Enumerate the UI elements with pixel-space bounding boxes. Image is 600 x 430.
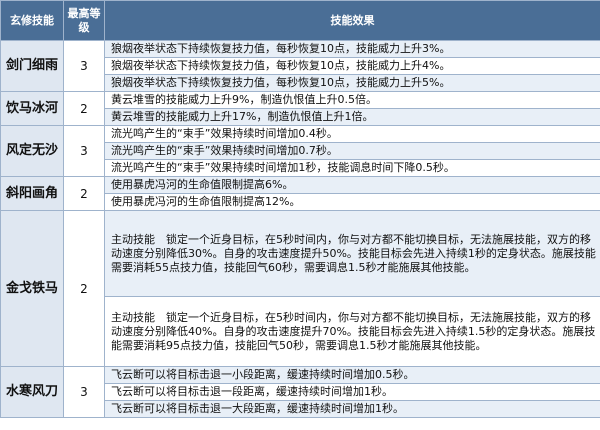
skill-effect: 狼烟夜举状态下持续恢复技力值，每秒恢复10点，技能威力上升4%。 bbox=[104, 57, 600, 75]
table-header-row: 玄修技能 最高等级 技能效果 bbox=[0, 0, 600, 41]
skill-effect: 流光鸣产生的“束手”效果持续时间增加0.4秒。 bbox=[104, 125, 600, 143]
skill-effect: 狼烟夜举状态下持续恢复技力值，每秒恢复10点，技能威力上升3%。 bbox=[104, 40, 600, 58]
skill-name: 水寒风刀 bbox=[0, 366, 64, 418]
table-row: 金戈铁马 2 主动技能 锁定一个近身目标，在5秒时间内，你与对方都不能切换目标，… bbox=[0, 210, 600, 367]
skill-table: 玄修技能 最高等级 技能效果 剑门细雨 3 狼烟夜举状态下持续恢复技力值，每秒恢… bbox=[0, 0, 600, 418]
table-row: 斜阳画角 2 使用暴虎冯河的生命值限制提高6%。 bbox=[0, 176, 600, 211]
max-level: 3 bbox=[63, 125, 105, 177]
skill-effect: 使用暴虎冯河的生命值限制提高6%。 bbox=[104, 176, 600, 194]
table-row: 水寒风刀 3 飞云断可以将目标击退一小段距离，缓速持续时间增加0.5秒。 bbox=[0, 366, 600, 418]
max-level: 2 bbox=[63, 176, 105, 211]
skill-effect: 飞云断可以将目标击退一段距离，缓速持续时间增加1秒。 bbox=[104, 383, 600, 401]
header-max-level: 最高等级 bbox=[63, 0, 105, 41]
skill-effect: 流光鸣产生的“束手”效果持续时间增加1秒，技能调息时间下降0.5秒。 bbox=[104, 159, 600, 177]
skill-effect: 使用暴虎冯河的生命值限制提高12%。 bbox=[104, 193, 600, 211]
skill-name: 饮马冰河 bbox=[0, 91, 64, 126]
max-level: 2 bbox=[63, 91, 105, 126]
header-skill-name: 玄修技能 bbox=[0, 0, 64, 41]
skill-effect: 主动技能 锁定一个近身目标，在5秒时间内，你与对方都不能切换目标，无法施展技能，… bbox=[104, 210, 600, 297]
header-skill-effect: 技能效果 bbox=[104, 0, 600, 41]
max-level: 3 bbox=[63, 366, 105, 418]
skill-effect: 主动技能 锁定一个近身目标，在5秒时间内，你与对方都不能切换目标，无法施展技能，… bbox=[104, 296, 600, 367]
max-level: 3 bbox=[63, 40, 105, 92]
skill-name: 风定无沙 bbox=[0, 125, 64, 177]
max-level: 2 bbox=[63, 210, 105, 367]
skill-name: 剑门细雨 bbox=[0, 40, 64, 92]
table-row: 剑门细雨 3 狼烟夜举状态下持续恢复技力值，每秒恢复10点，技能威力上升3%。 bbox=[0, 40, 600, 92]
skill-effect: 飞云断可以将目标击退一大段距离，缓速持续时间增加1秒。 bbox=[104, 400, 600, 418]
skill-effect: 狼烟夜举状态下持续恢复技力值，每秒恢复10点，技能威力上升5%。 bbox=[104, 74, 600, 92]
skill-effect: 飞云断可以将目标击退一小段距离，缓速持续时间增加0.5秒。 bbox=[104, 366, 600, 384]
skill-effect: 黄云堆雪的技能威力上升17%，制造仇恨值上升1倍。 bbox=[104, 108, 600, 126]
skill-effect: 黄云堆雪的技能威力上升9%，制造仇恨值上升0.5倍。 bbox=[104, 91, 600, 109]
skill-effect: 流光鸣产生的“束手”效果持续时间增加0.7秒。 bbox=[104, 142, 600, 160]
table-row: 饮马冰河 2 黄云堆雪的技能威力上升9%，制造仇恨值上升0.5倍。 bbox=[0, 91, 600, 126]
table-row: 风定无沙 3 流光鸣产生的“束手”效果持续时间增加0.4秒。 bbox=[0, 125, 600, 177]
skill-name: 金戈铁马 bbox=[0, 210, 64, 367]
skill-name: 斜阳画角 bbox=[0, 176, 64, 211]
